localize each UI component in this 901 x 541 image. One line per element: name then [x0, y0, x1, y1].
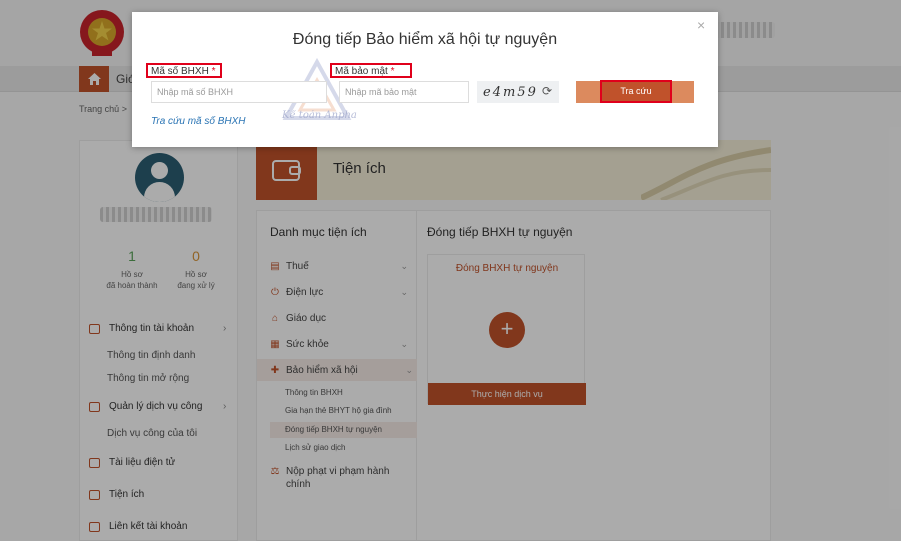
required-mark: * [390, 66, 395, 77]
bhxh-label-text: Mã số BHXH [151, 66, 209, 77]
security-code-input[interactable]: Nhập mã bảo mật [339, 81, 469, 103]
lookup-modal: × Đóng tiếp Bảo hiểm xã hội tự nguyện Kế… [132, 12, 718, 147]
lookup-bhxh-link[interactable]: Tra cứu mã số BHXH [151, 116, 246, 127]
refresh-icon[interactable]: ⟳ [542, 84, 552, 98]
modal-title: Đóng tiếp Bảo hiểm xã hội tự nguyện [292, 31, 558, 48]
bhxh-number-label: Mã số BHXH * [146, 63, 222, 78]
watermark-text: Kế toán Anpha [282, 110, 357, 121]
captcha-image-text: e4m59 [483, 84, 538, 100]
search-button[interactable]: Tra cứu [576, 80, 694, 103]
captcha-box: e4m59 ⟳ [477, 81, 559, 103]
bhxh-number-input[interactable]: Nhập mã số BHXH [151, 81, 327, 103]
security-code-label: Mã bảo mật * [330, 63, 412, 78]
search-button-label[interactable]: Tra cứu [600, 80, 672, 103]
security-label-text: Mã bảo mật [335, 66, 388, 77]
required-mark: * [211, 66, 216, 77]
